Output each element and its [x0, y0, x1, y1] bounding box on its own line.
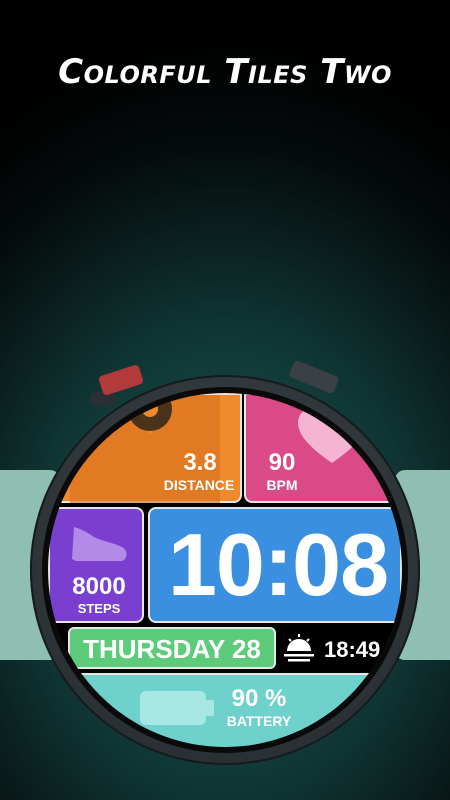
distance-label: DISTANCE [163, 477, 235, 493]
battery-icon [140, 691, 214, 725]
heart-rate-tile[interactable]: 90 BPM [244, 393, 402, 503]
distance-value: 3.8 [183, 449, 217, 476]
time-display: 10:08 [167, 515, 389, 614]
steps-tile[interactable]: 8000 STEPS [48, 507, 144, 623]
steps-value: 8000 [72, 573, 126, 600]
date-tile[interactable]: THURSDAY 28 [68, 627, 276, 669]
battery-label: BATTERY [226, 713, 292, 729]
battery-value: 90 % [231, 685, 287, 712]
app-title: Colorful Tiles Two [58, 52, 392, 92]
watch-bezel: 3.8 DISTANCE 90 BPM 8000 STEPS 10:08 THU… [42, 387, 408, 753]
sunset-icon [284, 634, 314, 662]
date-display: THURSDAY 28 [83, 634, 261, 664]
shoe-icon [72, 527, 127, 561]
time-tile[interactable]: 10:08 [148, 507, 402, 623]
heart-rate-label: BPM [266, 477, 298, 493]
watch-case: 3.8 DISTANCE 90 BPM 8000 STEPS 10:08 THU… [30, 375, 420, 765]
distance-tile[interactable]: 3.8 DISTANCE [48, 393, 242, 503]
battery-tile[interactable]: 90 % BATTERY [48, 673, 402, 747]
steps-label: STEPS [77, 601, 121, 616]
heart-rate-value: 90 [268, 449, 296, 476]
sunset-time: 18:49 [324, 637, 381, 662]
watch-button-top [97, 364, 145, 396]
watch-dial: 3.8 DISTANCE 90 BPM 8000 STEPS 10:08 THU… [48, 393, 402, 747]
